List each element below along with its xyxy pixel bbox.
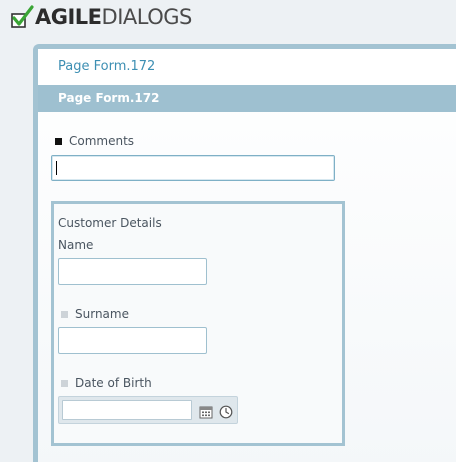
customer-details-title: Customer Details xyxy=(58,216,162,230)
name-label: Name xyxy=(58,238,94,252)
clock-icon[interactable] xyxy=(219,404,233,419)
required-marker-icon xyxy=(55,137,62,145)
checkmark-logo-icon xyxy=(10,5,34,29)
calendar-icon[interactable] xyxy=(199,404,213,419)
logo-brand-bold: AGILE xyxy=(35,5,102,29)
dob-label: Date of Birth xyxy=(61,376,152,390)
page-header-bar: Page Form.172 xyxy=(38,85,456,112)
name-input[interactable] xyxy=(58,258,207,285)
surname-label: Surname xyxy=(61,307,129,321)
dob-date-picker xyxy=(58,396,238,424)
surname-label-text: Surname xyxy=(75,307,129,321)
text-caret xyxy=(56,161,57,175)
optional-marker-icon xyxy=(61,310,68,318)
optional-marker-icon xyxy=(61,379,68,387)
app-logo: AGILEDIALOGS xyxy=(10,4,192,30)
dob-input[interactable] xyxy=(62,400,192,420)
logo-wordmark: AGILEDIALOGS xyxy=(35,4,192,30)
logo-brand-light: DIALOGS xyxy=(101,5,193,29)
surname-input[interactable] xyxy=(58,327,207,354)
page-title: Page Form.172 xyxy=(38,49,456,85)
dob-label-text: Date of Birth xyxy=(75,376,152,390)
comments-input[interactable] xyxy=(51,155,335,181)
comments-label-text: Comments xyxy=(69,134,135,148)
comments-label: Comments xyxy=(55,134,134,148)
